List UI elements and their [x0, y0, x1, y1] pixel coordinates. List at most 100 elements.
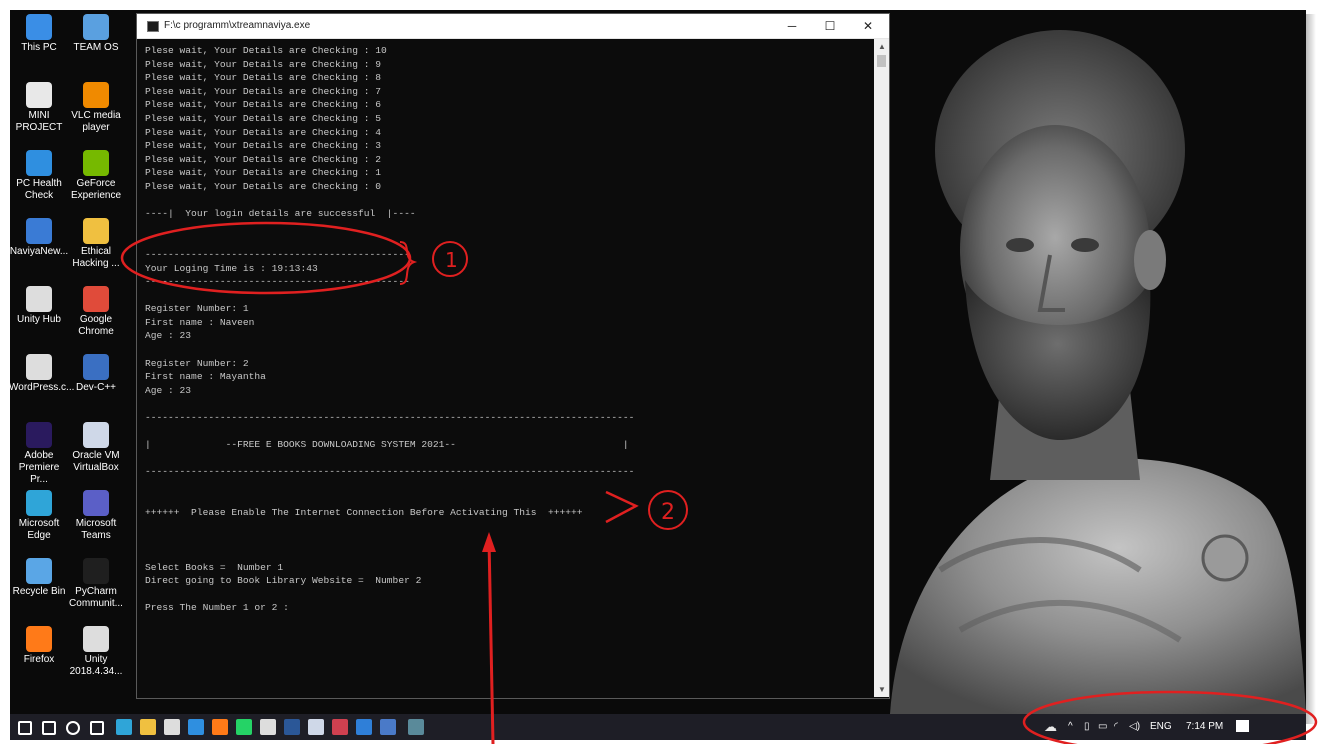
volume-icon[interactable]: ◁) — [1129, 721, 1140, 732]
app-icon — [83, 626, 109, 652]
virtualbox-icon[interactable] — [308, 719, 324, 735]
desktop-icon-label: NaviyaNew... — [10, 246, 69, 257]
desktop-icon[interactable]: Microsoft Teams — [66, 490, 126, 542]
console-line: First name : Mayantha — [145, 371, 266, 383]
desktop-icon[interactable]: Dev-C++ — [66, 354, 126, 394]
desktop-icon-label: Unity 2018.4.34... — [69, 654, 123, 677]
desktop-icon-label: PC Health Check — [16, 178, 62, 201]
desktop-icon[interactable]: Adobe Premiere Pr... — [10, 422, 69, 486]
console-line: Plese wait, Your Details are Checking : … — [145, 72, 382, 84]
console-line: ----------------------------------------… — [145, 276, 410, 288]
store-icon[interactable] — [164, 719, 180, 735]
desktop-icon[interactable]: NaviyaNew... — [10, 218, 69, 258]
console-line: Direct going to Book Library Website = N… — [145, 575, 422, 587]
desktop-icon[interactable]: VLC media player — [66, 82, 126, 134]
console-line: ----------------------------------------… — [145, 466, 635, 478]
language-indicator[interactable]: ENG — [1150, 721, 1172, 732]
console-line: Register Number: 2 — [145, 357, 249, 369]
wifi-icon[interactable]: ◜ — [1114, 721, 1118, 732]
maximize-button[interactable]: ☐ — [811, 14, 849, 38]
desktop-icon[interactable]: Ethical Hacking ... — [66, 218, 126, 270]
desktop-icon-label: MINI PROJECT — [15, 110, 63, 133]
desktop-icon-label: This PC — [21, 42, 57, 53]
console-line: Plese wait, Your Details are Checking : … — [145, 180, 382, 192]
app-icon — [26, 82, 52, 108]
console-app-icon[interactable] — [408, 719, 424, 735]
unity-icon[interactable] — [260, 719, 276, 735]
desktop-icon[interactable]: Oracle VM VirtualBox — [66, 422, 126, 474]
desktop: F:\c programm\xtreamnaviya.exe ─ ☐ ✕ Ple… — [10, 10, 1306, 714]
battery-icon[interactable]: ▯ — [1084, 721, 1090, 732]
weather-icon[interactable]: ☁ — [1044, 719, 1057, 735]
desktop-icon-label: GeForce Experience — [70, 178, 122, 201]
desktop-icon[interactable]: GeForce Experience — [66, 150, 126, 202]
desktop-icon-label: Microsoft Edge — [18, 518, 60, 541]
desktop-icon[interactable]: Google Chrome — [66, 286, 126, 338]
desktop-icon-label: Dev-C++ — [75, 382, 116, 393]
console-line: | --FREE E BOOKS DOWNLOADING SYSTEM 2021… — [145, 439, 629, 451]
console-output[interactable]: Plese wait, Your Details are Checking : … — [145, 44, 870, 694]
clock[interactable]: 7:14 PM — [1186, 721, 1223, 732]
app-icon — [83, 218, 109, 244]
desktop-icon[interactable]: PC Health Check — [10, 150, 69, 202]
scrollbar[interactable]: ▲ ▼ — [874, 39, 889, 697]
whatsapp-icon[interactable] — [236, 719, 252, 735]
window-title: F:\c programm\xtreamnaviya.exe — [164, 20, 311, 31]
desktop-icon-label: Ethical Hacking ... — [72, 246, 120, 269]
desktop-icon-label: PyCharm Communit... — [69, 586, 123, 609]
console-line: Register Number: 1 — [145, 303, 249, 315]
mail-icon[interactable] — [188, 719, 204, 735]
scrollbar-thumb[interactable] — [877, 55, 886, 67]
word-icon[interactable] — [284, 719, 300, 735]
app-icon — [26, 626, 52, 652]
desktop-icon[interactable]: PyCharm Communit... — [66, 558, 126, 610]
chevron-up-icon[interactable]: ^ — [1068, 721, 1073, 732]
console-line: ----| Your login details are successful … — [145, 208, 416, 220]
desktop-icon[interactable]: This PC — [10, 14, 69, 54]
console-line: ----------------------------------------… — [145, 412, 635, 424]
desktop-icon[interactable]: Unity Hub — [10, 286, 69, 326]
close-button[interactable]: ✕ — [849, 14, 887, 38]
scroll-down-icon[interactable]: ▼ — [878, 685, 886, 694]
desktop-icon[interactable]: Recycle Bin — [10, 558, 69, 598]
title-bar[interactable]: F:\c programm\xtreamnaviya.exe ─ ☐ ✕ — [137, 14, 889, 39]
statue-wallpaper — [880, 10, 1306, 714]
console-line: Select Books = Number 1 — [145, 561, 284, 573]
network-icon[interactable]: ▭ — [1098, 721, 1107, 732]
minimize-button[interactable]: ─ — [773, 14, 811, 38]
desktop-icon[interactable]: TEAM OS — [66, 14, 126, 54]
console-line: ++++++ Please Enable The Internet Connec… — [145, 507, 583, 519]
desktop-icon[interactable]: MINI PROJECT — [10, 82, 69, 134]
cortana-icon[interactable] — [66, 721, 80, 735]
scroll-up-icon[interactable]: ▲ — [878, 42, 886, 51]
app-blue-icon[interactable] — [356, 719, 372, 735]
file-explorer-icon[interactable] — [140, 719, 156, 735]
edge-icon[interactable] — [116, 719, 132, 735]
desktop-icon[interactable]: Microsoft Edge — [10, 490, 69, 542]
app-window-icon[interactable] — [380, 719, 396, 735]
desktop-icon-label: Adobe Premiere Pr... — [18, 450, 60, 485]
console-line: Age : 23 — [145, 330, 192, 342]
console-window[interactable]: F:\c programm\xtreamnaviya.exe ─ ☐ ✕ Ple… — [136, 13, 890, 699]
app-icon — [26, 490, 52, 516]
search-icon[interactable] — [42, 721, 56, 735]
desktop-icon[interactable]: Unity 2018.4.34... — [66, 626, 126, 678]
desktop-icon-label: Unity Hub — [17, 314, 61, 325]
app-icon — [26, 150, 52, 176]
start-icon[interactable] — [18, 721, 32, 735]
notification-icon[interactable] — [1236, 720, 1249, 732]
app-red-icon[interactable] — [332, 719, 348, 735]
task-view-icon[interactable] — [90, 721, 104, 735]
desktop-icon[interactable]: WordPress.c... — [10, 354, 74, 394]
app-icon — [26, 558, 52, 584]
console-line: Plese wait, Your Details are Checking : … — [145, 58, 382, 70]
firefox-icon[interactable] — [212, 719, 228, 735]
desktop-icon-label: Recycle Bin — [12, 586, 66, 597]
desktop-icon[interactable]: Firefox — [10, 626, 69, 666]
app-icon — [83, 82, 109, 108]
